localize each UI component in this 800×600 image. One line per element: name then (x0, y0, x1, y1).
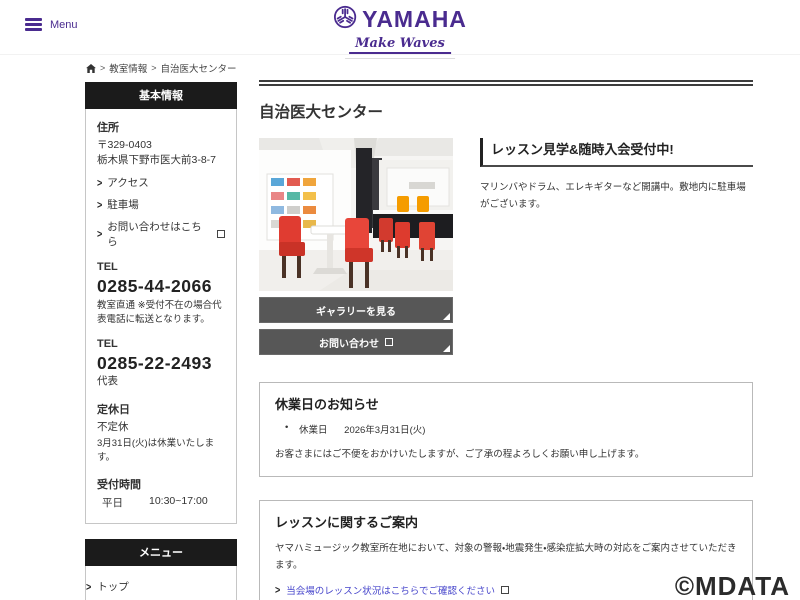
promo-heading: レッスン見学&随時入会受付中! (480, 138, 753, 167)
center-photo (259, 138, 453, 291)
gallery-button[interactable]: ギャラリーを見る (259, 297, 453, 323)
watermark: ©MDATA (674, 571, 790, 600)
breadcrumb: > 教室情報 > 自治医大センター (86, 61, 237, 75)
holiday-notice-title: 休業日のお知らせ (275, 397, 379, 412)
tel-label: TEL (97, 338, 118, 351)
yamaha-logo[interactable]: YAMAHA Make Waves (333, 5, 467, 59)
page-title: 自治医大センター (259, 104, 384, 121)
breadcrumb-separator: > (100, 63, 106, 73)
lesson-info-body: ヤマハミュージック教室所在地において、対象の警報・地震発生・感染症拡大時の対応を… (275, 543, 737, 572)
address-value: 栃木県下野市医大前3-8-7 (97, 154, 217, 167)
hours-time: 10:30~17:00 (149, 495, 208, 508)
tel-note: 代表 (97, 375, 118, 388)
tel-number: 0285-44-2066 (97, 276, 212, 297)
holiday-label: 休業日 (299, 425, 328, 436)
logo-shadow (344, 58, 455, 59)
closed-days: 定休日 不定休 3月31日(火)は休業いたします。 (97, 401, 225, 464)
tel-note: 教室直通 ※受付不在の場合代表電話に転送となります。 (97, 300, 222, 325)
sidebar-link-parking[interactable]: > 駐車場 (97, 197, 225, 212)
sidebar-item-top[interactable]: > トップ (86, 579, 236, 594)
basic-info-block: 基本情報 住所 〒329-0403 栃木県下野市医大前3-8-7 > アクセス … (85, 82, 237, 525)
breadcrumb-item-current: 自治医大センター (160, 64, 237, 75)
promo-body: マリンバやドラム、エレキギターなど開講中。敷地内に駐車場がございます。 (480, 182, 746, 211)
holiday-notice-body: お客さまにはご不便をおかけいたしますが、ご了承の程よろしくお願い申し上げます。 (275, 449, 645, 460)
tel-primary: TEL 0285-44-2066 教室直通 ※受付不在の場合代表電話に転送となり… (97, 261, 225, 326)
postal-code: 〒329-0403 (97, 139, 152, 151)
breadcrumb-item-classinfo[interactable]: 教室情報 (109, 61, 147, 75)
sidebar-link-contact[interactable]: > お問い合わせはこちら (97, 219, 225, 249)
sidebar: 基本情報 住所 〒329-0403 栃木県下野市医大前3-8-7 > アクセス … (85, 82, 237, 600)
logo-wordmark: YAMAHA (362, 6, 467, 32)
hours-day: 平日 (102, 497, 123, 510)
main-content: 自治医大センター ギャラリーを見る お問い合わせ レッスン見学&随時入会受付中!… (259, 80, 753, 600)
sidebar-link-access[interactable]: > アクセス (97, 175, 225, 190)
top-divider (259, 80, 753, 86)
bullet-icon: • (285, 422, 289, 433)
closed-note: 3月31日(火)は休業いたします。 (97, 438, 215, 463)
menu-title: メニュー (85, 539, 237, 567)
chevron-right-icon: > (97, 228, 103, 241)
logo-tagline: Make Waves (349, 36, 451, 54)
hours-label: 受付時間 (97, 479, 141, 492)
chevron-right-icon: > (86, 580, 92, 593)
holiday-date: 2026年3月31日(火) (344, 425, 426, 436)
lesson-status-link[interactable]: 当会場のレッスン状況はこちらでご確認ください (286, 583, 495, 597)
tel-number: 0285-22-2493 (97, 353, 212, 374)
lesson-status-link-row: > 当会場のレッスン状況はこちらでご確認ください (275, 583, 737, 597)
reception-hours: 受付時間 平日 10:30~17:00 (97, 476, 225, 510)
contact-button[interactable]: お問い合わせ (259, 329, 453, 355)
holiday-notice-box: 休業日のお知らせ • 休業日 2026年3月31日(火) お客さまにはご不便をお… (259, 382, 753, 478)
holiday-bullet: • 休業日 2026年3月31日(火) (275, 422, 737, 436)
site-header: Menu YAMAHA Make Waves (0, 0, 800, 59)
breadcrumb-separator: > (151, 63, 157, 73)
menu-button[interactable]: Menu (25, 18, 78, 31)
menu-block: メニュー > トップ > ヤマハシステムコース > ショップオリジナルレッスン … (85, 539, 237, 600)
home-icon[interactable] (86, 63, 96, 73)
closed-label: 定休日 (97, 404, 130, 417)
basic-info-title: 基本情報 (85, 82, 237, 109)
tel-secondary: TEL 0285-22-2493 代表 (97, 338, 225, 389)
chevron-right-icon: > (275, 584, 281, 597)
external-link-icon (500, 586, 509, 595)
yamaha-tuning-fork-icon (333, 5, 357, 34)
menu-label: Menu (50, 18, 78, 31)
chevron-right-icon: > (97, 176, 103, 189)
address-label: 住所 (97, 122, 119, 134)
page: Menu YAMAHA Make Waves > 教室情報 > 自治医大センター… (0, 0, 800, 600)
closed-value: 不定休 (97, 421, 129, 434)
external-link-icon (217, 230, 225, 239)
external-link-icon (385, 338, 393, 346)
hamburger-icon (25, 18, 42, 31)
chevron-right-icon: > (97, 198, 103, 211)
tel-label: TEL (97, 261, 118, 274)
lesson-info-title: レッスンに関するご案内 (275, 515, 419, 531)
